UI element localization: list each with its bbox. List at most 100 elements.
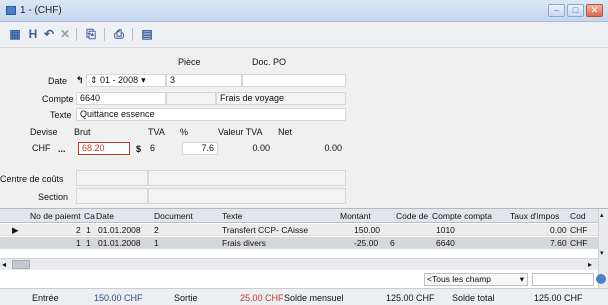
- col-date[interactable]: Date: [96, 211, 114, 221]
- cell-montant: -25.00: [354, 238, 379, 248]
- centre-field[interactable]: [76, 170, 148, 186]
- cell-ca: 1: [86, 225, 91, 235]
- texte-label: Texte: [50, 110, 72, 120]
- grid-header: No de paiemt Ca Date Document Texte Mont…: [0, 209, 600, 223]
- solde-mensuel-label: Solde mensuel: [284, 293, 344, 303]
- chevron-down-icon[interactable]: ▾: [520, 274, 524, 285]
- col-taux[interactable]: Taux d'impos: [510, 211, 559, 221]
- title-bar: 1 - (CHF) – □ ✕: [0, 0, 608, 22]
- table-row[interactable]: 1 1 01.01.2008 1 Frais divers -25.00 6 6…: [0, 237, 600, 249]
- date-label: Date: [48, 76, 68, 86]
- dollar-icon: $: [136, 144, 142, 154]
- table-row[interactable]: ▶ 2 1 01.01.2008 2 Transfert CCP- CAisse…: [0, 224, 600, 236]
- cell-date: 01.01.2008: [98, 238, 141, 248]
- valeur-tva-header: Valeur TVA: [218, 127, 263, 137]
- close-button[interactable]: ✕: [586, 4, 603, 17]
- net-header: Net: [278, 127, 293, 137]
- totals-bar: Entrée 150.00 CHF Sortie 25.00 CHF Solde…: [0, 288, 608, 305]
- scroll-thumb[interactable]: [12, 260, 30, 269]
- cell-texte: Frais divers: [222, 238, 266, 248]
- cell-compte: 1010: [436, 225, 455, 235]
- date-field[interactable]: ⇕ 01 - 2008 ▾: [86, 74, 166, 87]
- minimize-button[interactable]: –: [548, 4, 565, 17]
- ellipsis-button[interactable]: ...: [58, 144, 66, 154]
- solde-total-label: Solde total: [452, 293, 495, 303]
- col-compte[interactable]: Compte compta: [432, 211, 492, 221]
- cell-currency: CHF: [570, 225, 588, 235]
- spin-icon[interactable]: ⇕: [90, 75, 100, 85]
- cell-compte: 6640: [436, 238, 455, 248]
- cell-document: 1: [154, 238, 159, 248]
- window-title: 1 - (CHF): [20, 5, 62, 16]
- delete-icon[interactable]: ✕: [58, 27, 72, 41]
- col-cod[interactable]: Cod: [570, 211, 586, 221]
- col-no-paiement[interactable]: No de paiemt: [30, 211, 81, 221]
- col-code[interactable]: Code de: [396, 211, 428, 221]
- devise-header: Devise: [30, 127, 58, 137]
- filter-apply-icon[interactable]: [596, 274, 606, 284]
- col-ca[interactable]: Ca: [84, 211, 95, 221]
- date-value: 01 - 2008: [100, 75, 139, 85]
- row-pointer-icon: ▶: [12, 225, 19, 235]
- scroll-right-icon[interactable]: ▸: [588, 260, 592, 269]
- tva-header: TVA: [148, 127, 165, 137]
- tva-code-field[interactable]: 6: [146, 142, 182, 155]
- cell-no: 1: [76, 238, 81, 248]
- docpo-header: Doc. PO: [252, 57, 287, 67]
- cell-taux: 0.00: [550, 225, 567, 235]
- sortie-label: Sortie: [174, 293, 198, 303]
- devise-field[interactable]: CHF: [28, 142, 54, 155]
- compte-label: Compte: [42, 94, 74, 104]
- solde-mensuel-value: 125.00 CHF: [386, 293, 435, 303]
- sortie-value: 25.00 CHF: [240, 293, 284, 303]
- cell-ca: 1: [86, 238, 91, 248]
- section-name: [148, 188, 346, 204]
- pct-header: %: [180, 127, 189, 137]
- cell-taux: 7.60: [550, 238, 567, 248]
- net-field: 0.00: [278, 142, 346, 155]
- toolbar-separator: [104, 28, 105, 41]
- horizontal-scrollbar[interactable]: ◂ ▸: [0, 258, 598, 270]
- docpo-field[interactable]: [242, 74, 346, 87]
- copy-icon[interactable]: ⎘: [84, 27, 98, 41]
- app-icon: [6, 6, 16, 15]
- toolbar: ▦ H ↶ ✕ ⎘ ⎙ ▤: [0, 22, 608, 48]
- pct-field[interactable]: 7.6: [182, 142, 218, 155]
- brut-header: Brut: [74, 127, 91, 137]
- piece-field[interactable]: 3: [166, 74, 242, 87]
- col-montant[interactable]: Montant: [340, 211, 371, 221]
- scroll-up-icon[interactable]: ▴: [600, 211, 604, 219]
- scroll-left-icon[interactable]: ◂: [2, 260, 6, 269]
- filter-value: <Tous les champ: [427, 274, 492, 284]
- entries-grid: No de paiemt Ca Date Document Texte Mont…: [0, 208, 608, 289]
- col-texte[interactable]: Texte: [222, 211, 242, 221]
- cell-document: 2: [154, 225, 159, 235]
- col-document[interactable]: Document: [154, 211, 193, 221]
- compte-field[interactable]: 6640: [76, 92, 166, 105]
- field-filter-dropdown[interactable]: <Tous les champ ▾: [424, 273, 528, 286]
- centre-name: [148, 170, 346, 186]
- filter-search-input[interactable]: [532, 273, 594, 286]
- centre-label: Centre de coûts: [0, 174, 64, 184]
- grid-icon[interactable]: ▦: [8, 27, 22, 41]
- entree-label: Entrée: [32, 293, 59, 303]
- compte-name: Frais de voyage: [216, 92, 346, 105]
- cell-code: 6: [390, 238, 395, 248]
- scroll-down-icon[interactable]: ▾: [600, 249, 604, 257]
- undo-icon[interactable]: ↶: [42, 27, 56, 41]
- entree-value: 150.00 CHF: [94, 293, 143, 303]
- piece-header: Pièce: [178, 57, 201, 67]
- texte-field[interactable]: Quittance essence: [76, 108, 346, 121]
- report-icon[interactable]: ▤: [140, 27, 154, 41]
- save-icon[interactable]: H: [26, 27, 40, 41]
- print-icon[interactable]: ⎙: [112, 27, 126, 41]
- section-label: Section: [38, 192, 69, 202]
- cell-date: 01.01.2008: [98, 225, 141, 235]
- section-field[interactable]: [76, 188, 148, 204]
- dropdown-arrow-icon[interactable]: ▾: [141, 75, 146, 85]
- brut-field[interactable]: 68.20: [78, 142, 130, 155]
- toolbar-separator: [76, 28, 77, 41]
- maximize-button[interactable]: □: [567, 4, 584, 17]
- cell-texte: Transfert CCP- CAisse: [222, 225, 309, 235]
- cell-currency: CHF: [570, 238, 588, 248]
